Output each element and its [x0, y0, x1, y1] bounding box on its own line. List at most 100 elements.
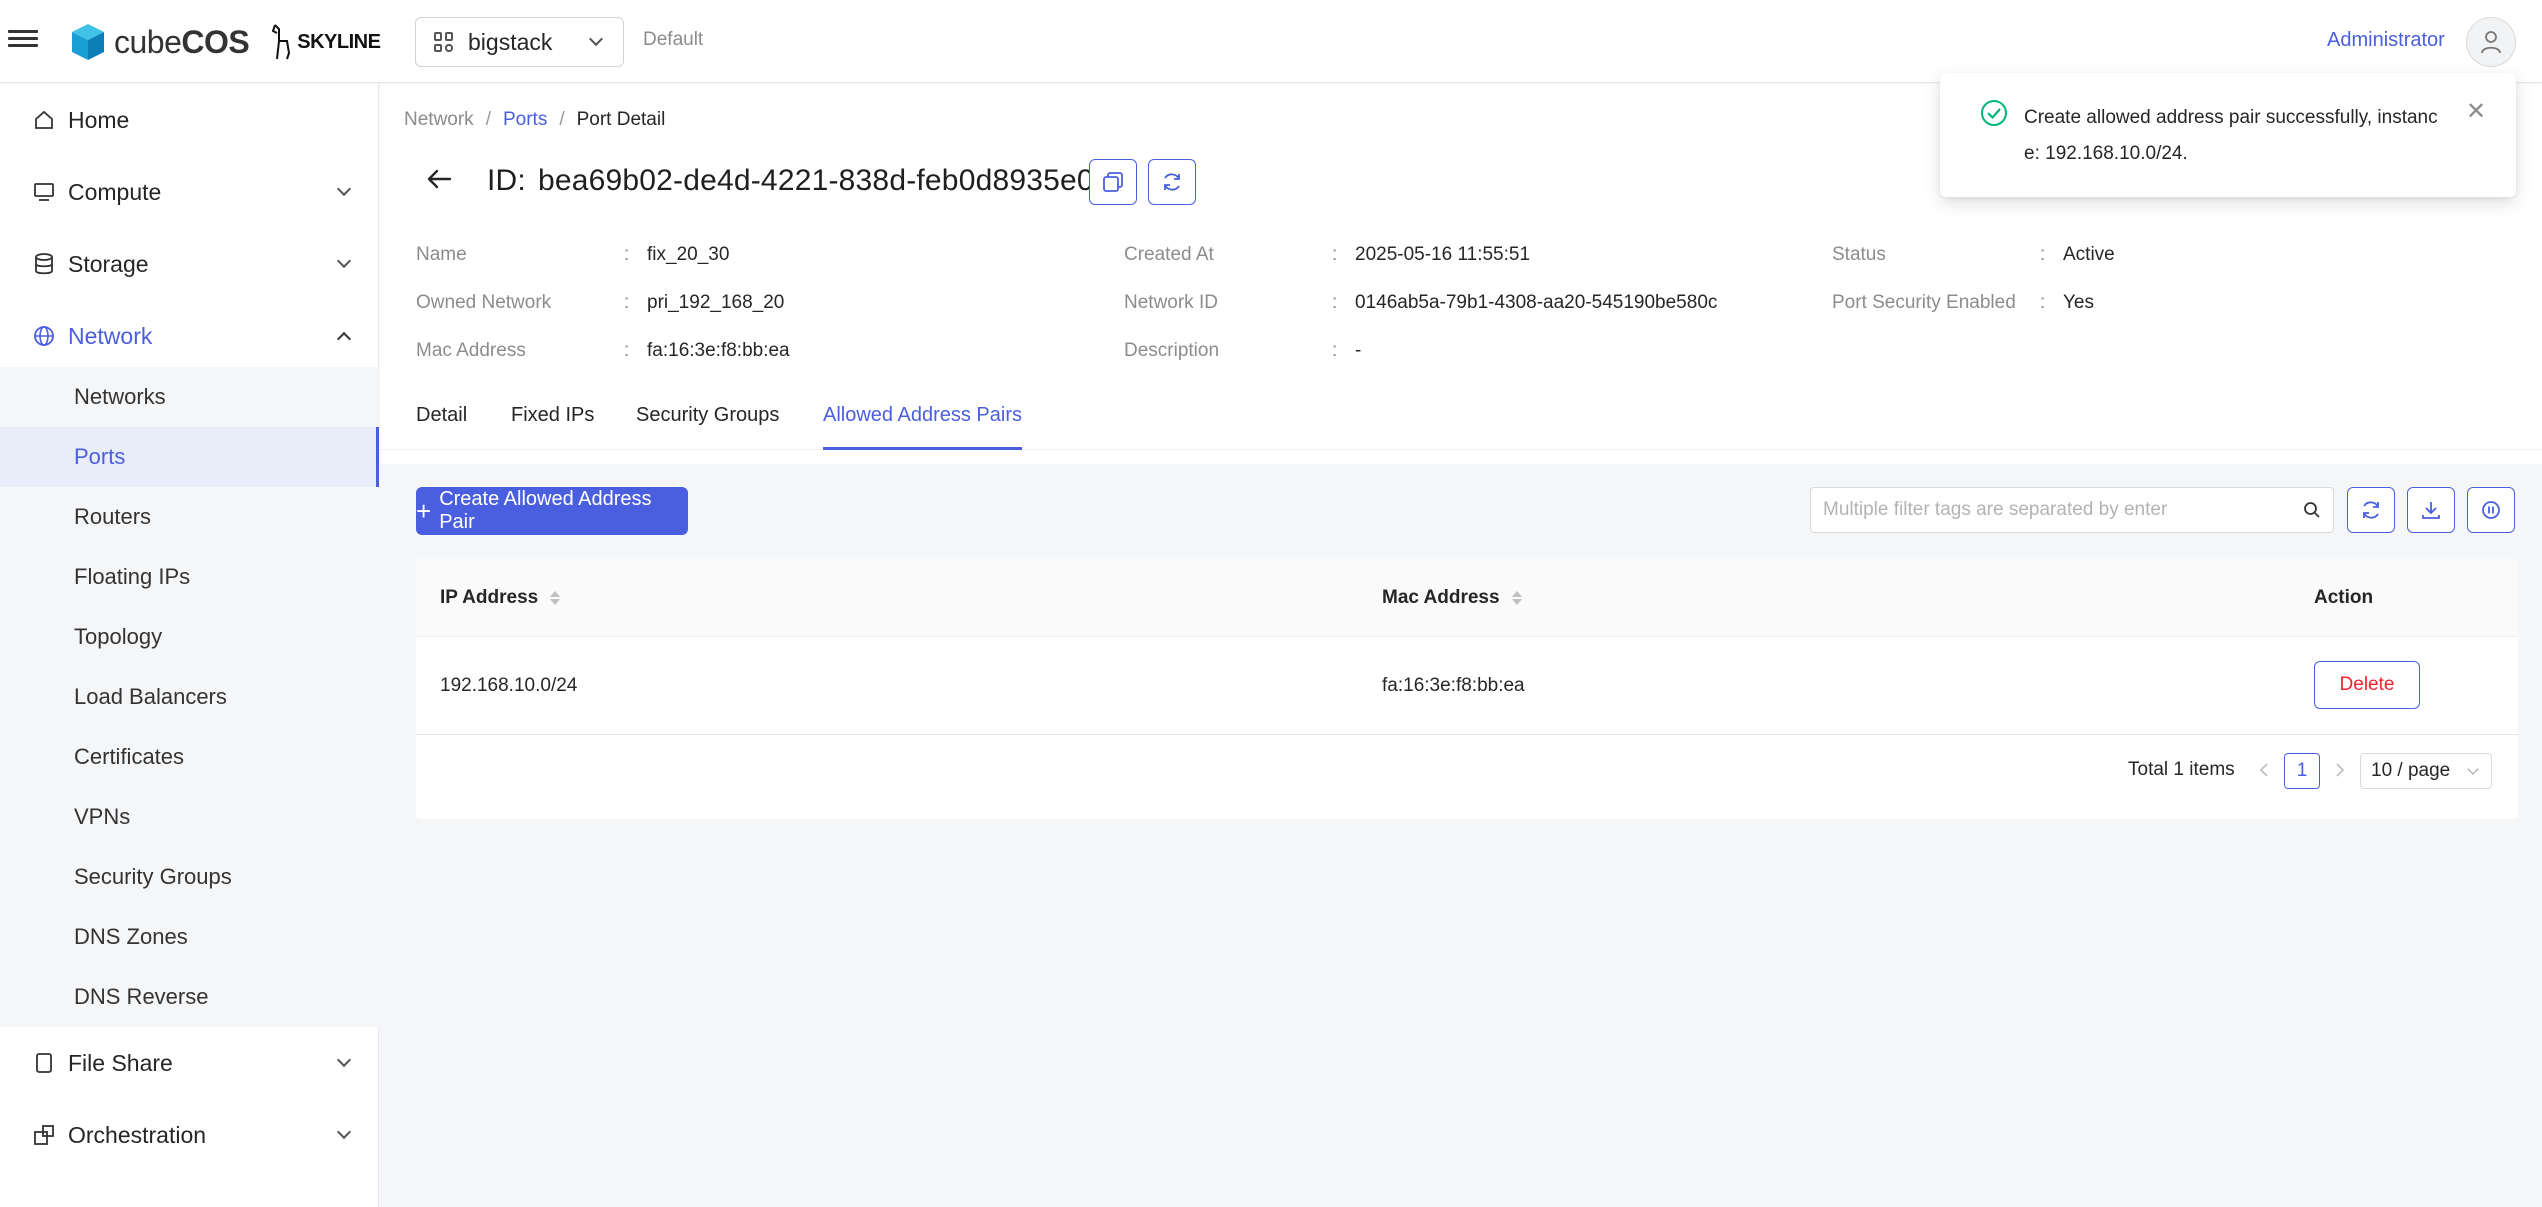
owned-network-value[interactable]: pri_192_168_20	[647, 292, 784, 314]
column-mac-address[interactable]: Mac Address	[1382, 587, 1522, 609]
sidebar-item-network[interactable]: Network	[0, 300, 379, 372]
next-page-icon[interactable]	[2334, 762, 2346, 778]
tab-detail[interactable]: Detail	[416, 404, 467, 450]
sidebar-item-ports[interactable]: Ports	[0, 427, 379, 487]
breadcrumb-ports[interactable]: Ports	[503, 109, 547, 130]
home-icon	[32, 108, 56, 132]
sort-icon	[1511, 591, 1522, 605]
ip-address-cell: 192.168.10.0/24	[440, 675, 578, 696]
project-name: bigstack	[468, 28, 553, 55]
chevron-down-icon	[588, 31, 604, 47]
table-row: 192.168.10.0/24 fa:16:3e:f8:bb:ea Delete	[416, 637, 2518, 735]
port-security-label: Port Security Enabled	[1832, 292, 2016, 313]
back-arrow-icon[interactable]	[424, 164, 454, 194]
partner-logo: SKYLINE	[267, 23, 381, 61]
brand-logo[interactable]: cubeCOS SKYLINE	[70, 20, 381, 64]
breadcrumb-network[interactable]: Network	[404, 109, 474, 130]
mac-address-label: Mac Address	[416, 340, 526, 361]
sidebar: Home Compute Storage Network Networks Po…	[0, 84, 379, 1207]
project-select[interactable]: bigstack	[415, 17, 624, 67]
sort-icon	[550, 591, 561, 605]
chevron-down-icon	[336, 181, 352, 197]
pause-icon	[2482, 501, 2500, 519]
page-size-select[interactable]: 10 / page	[2360, 753, 2492, 789]
refresh-table-button[interactable]	[2347, 487, 2395, 533]
network-id-value: 0146ab5a-79b1-4308-aa20-545190be580c	[1355, 292, 1718, 313]
prev-page-icon[interactable]	[2258, 762, 2270, 778]
pause-refresh-button[interactable]	[2467, 487, 2515, 533]
sidebar-item-load-balancers[interactable]: Load Balancers	[0, 667, 379, 727]
mac-address-cell: fa:16:3e:f8:bb:ea	[1382, 675, 1525, 696]
llama-icon	[272, 24, 291, 60]
sidebar-item-compute[interactable]: Compute	[0, 156, 379, 228]
tab-allowed-address-pairs[interactable]: Allowed Address Pairs	[823, 404, 1022, 450]
sidebar-item-topology[interactable]: Topology	[0, 607, 379, 667]
created-at-value: 2025-05-16 11:55:51	[1355, 244, 1531, 265]
globe-icon	[32, 324, 56, 348]
sidebar-item-networks[interactable]: Networks	[0, 367, 379, 427]
total-items: Total 1 items	[2128, 759, 2235, 780]
sidebar-item-home[interactable]: Home	[0, 84, 379, 156]
port-id: bea69b02-de4d-4221-838d-feb0d8935e01	[537, 164, 1111, 197]
plus-icon: +	[416, 495, 432, 526]
address-pairs-table: IP Address Mac Address Action 192.168.10…	[416, 559, 2518, 819]
copy-icon	[1103, 172, 1123, 192]
tab-fixed-ips[interactable]: Fixed IPs	[511, 404, 594, 450]
page-number[interactable]: 1	[2284, 753, 2320, 789]
sidebar-item-routers[interactable]: Routers	[0, 487, 379, 547]
table-header: IP Address Mac Address Action	[416, 559, 2518, 637]
sidebar-item-vpns[interactable]: VPNs	[0, 787, 379, 847]
port-security-value: Yes	[2063, 292, 2094, 313]
tab-security-groups[interactable]: Security Groups	[636, 404, 779, 450]
refresh-detail-button[interactable]	[1148, 159, 1196, 205]
download-button[interactable]	[2407, 487, 2455, 533]
domain-label: Default	[643, 29, 704, 50]
description-value: -	[1355, 340, 1362, 361]
sidebar-item-dns-reverse[interactable]: DNS Reverse	[0, 967, 379, 1027]
created-at-label: Created At	[1124, 244, 1214, 265]
database-icon	[32, 252, 56, 276]
file-icon	[32, 1051, 56, 1075]
sidebar-item-certificates[interactable]: Certificates	[0, 727, 379, 787]
orchestration-icon	[32, 1123, 56, 1147]
copy-button[interactable]	[1089, 159, 1137, 205]
description-label: Description	[1124, 340, 1220, 361]
mac-address-value: fa:16:3e:f8:bb:ea	[647, 340, 790, 361]
user-icon	[2481, 31, 2501, 54]
check-circle-icon	[1981, 100, 2007, 126]
search-icon[interactable]	[2303, 501, 2321, 519]
create-allowed-address-pair-button[interactable]: + Create Allowed Address Pair	[416, 487, 688, 535]
sidebar-item-dns-zones[interactable]: DNS Zones	[0, 907, 379, 967]
breadcrumb-port-detail: Port Detail	[576, 109, 666, 130]
column-action: Action	[2314, 587, 2374, 608]
chevron-down-icon	[336, 1124, 352, 1140]
sidebar-item-orchestration[interactable]: Orchestration	[0, 1099, 379, 1171]
avatar[interactable]	[2466, 17, 2516, 67]
delete-button[interactable]: Delete	[2314, 661, 2420, 709]
menu-icon[interactable]	[8, 26, 38, 56]
sidebar-item-storage[interactable]: Storage	[0, 228, 379, 300]
refresh-icon	[2363, 501, 2379, 519]
status-value: Active	[2063, 244, 2115, 265]
name-label: Name	[416, 244, 467, 265]
close-icon[interactable]: ✕	[2466, 97, 2486, 126]
sidebar-item-security-groups[interactable]: Security Groups	[0, 847, 379, 907]
breadcrumb: Network / Ports / Port Detail	[404, 109, 666, 130]
filter-input[interactable]	[1823, 499, 2303, 521]
network-submenu: Networks Ports Routers Floating IPs Topo…	[0, 367, 379, 1027]
toast-message: Create allowed address pair successfully…	[2024, 107, 2438, 164]
network-id-label: Network ID	[1124, 292, 1218, 313]
name-value: fix_20_30	[647, 244, 730, 265]
filter-search[interactable]	[1810, 487, 2334, 533]
download-icon	[2422, 502, 2440, 519]
project-grid-icon	[434, 32, 454, 52]
sidebar-item-file-share[interactable]: File Share	[0, 1027, 379, 1099]
column-ip-address[interactable]: IP Address	[440, 587, 561, 609]
top-header: cubeCOS SKYLINE bigstack Default Adminis…	[0, 0, 2542, 83]
main-content: Network / Ports / Port Detail ID: bea69b02-de…	[380, 84, 2542, 1207]
success-toast: Create allowed address pair successfully…	[1940, 73, 2516, 197]
monitor-icon	[32, 180, 56, 204]
user-menu-link[interactable]: Administrator	[2327, 29, 2445, 52]
chevron-down-icon	[336, 253, 352, 269]
sidebar-item-floating-ips[interactable]: Floating IPs	[0, 547, 379, 607]
